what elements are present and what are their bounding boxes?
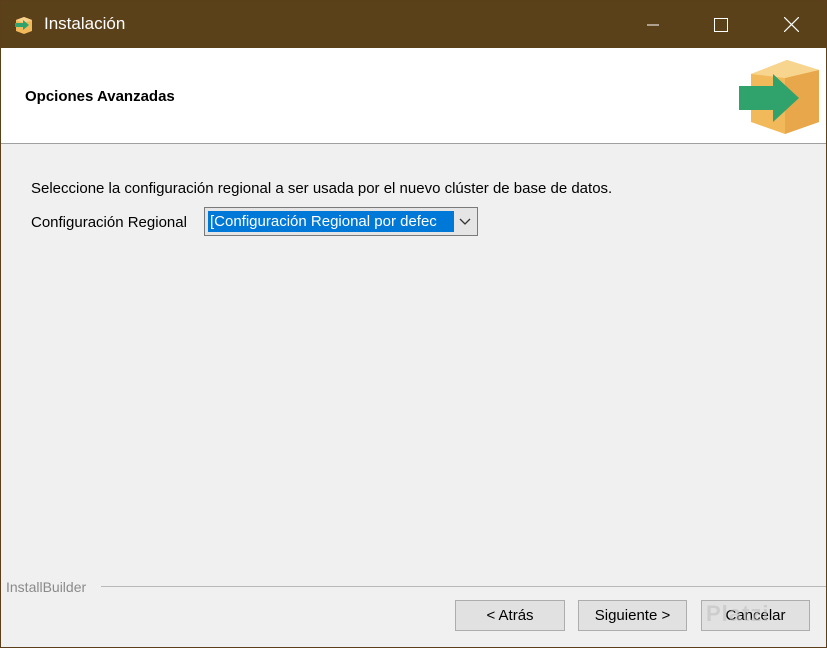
page-title: Opciones Avanzadas [25,88,175,105]
installer-box-icon [15,17,32,34]
cancel-button[interactable]: Cancelar [701,600,810,631]
maximize-button[interactable] [686,1,756,48]
installer-window: Instalación Opciones Avanzadas Seleccion… [0,0,827,648]
title-bar[interactable]: Instalación [1,1,826,48]
back-button[interactable]: < Atrás [455,600,565,631]
close-icon [783,17,799,32]
locale-selected-value: [Configuración Regional por defec [208,211,454,232]
minimize-icon [647,24,659,25]
minimize-button[interactable] [618,1,688,48]
locale-select[interactable]: [Configuración Regional por defec [204,207,478,236]
installer-box-arrow-logo [739,60,819,134]
close-button[interactable] [756,1,826,48]
maximize-icon [714,17,728,32]
dropdown-button[interactable] [455,210,475,233]
wizard-content: Seleccione la configuración regional a s… [1,144,826,579]
wizard-header: Opciones Avanzadas [1,48,826,144]
description-text: Seleccione la configuración regional a s… [31,180,613,197]
chevron-down-icon [459,218,471,225]
window-title: Instalación [44,14,126,33]
footer-divider [101,586,826,587]
locale-label: Configuración Regional [31,214,187,231]
brand-label: InstallBuilder [6,579,91,595]
next-button[interactable]: Siguiente > [578,600,687,631]
